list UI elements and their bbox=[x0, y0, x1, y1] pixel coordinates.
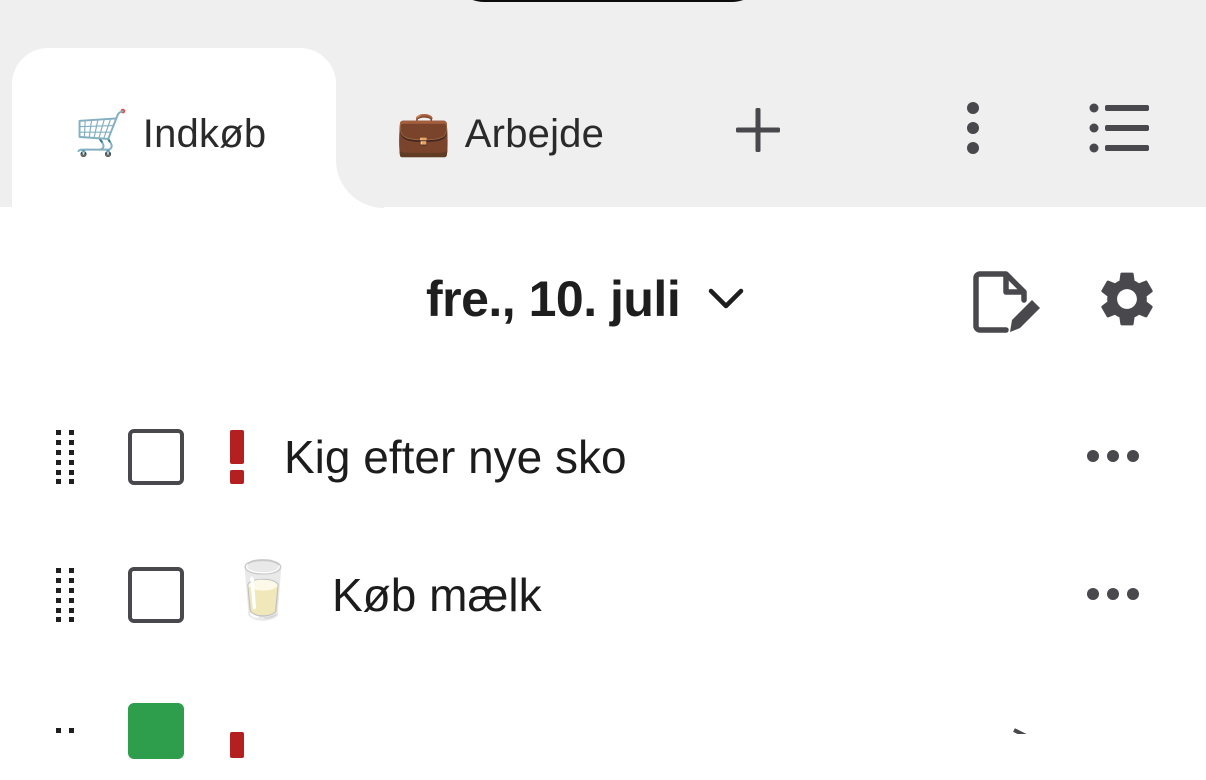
edit-list-button[interactable] bbox=[970, 270, 1046, 340]
list-item: Kig efter nye sko bbox=[0, 406, 1206, 506]
shopping-cart-icon: 🛒 bbox=[74, 109, 129, 158]
add-tab-button[interactable] bbox=[728, 100, 788, 160]
settings-button[interactable] bbox=[1094, 266, 1164, 336]
item-text[interactable]: Kig efter nye sko bbox=[284, 430, 627, 484]
item-checkbox[interactable] bbox=[128, 567, 184, 623]
priority-exclamation-icon bbox=[230, 430, 244, 484]
item-text[interactable]: Køb mælk bbox=[332, 568, 542, 622]
plus-icon bbox=[736, 108, 780, 152]
priority-exclamation-icon bbox=[230, 732, 244, 758]
lists-overview-button[interactable] bbox=[1084, 98, 1156, 158]
briefcase-icon: 💼 bbox=[396, 109, 451, 158]
chevron-down-icon bbox=[706, 279, 746, 319]
tab-label: Arbejde bbox=[464, 111, 605, 156]
more-options-button[interactable] bbox=[948, 98, 998, 158]
tab-shopping[interactable]: 🛒 Indkøb bbox=[74, 104, 266, 164]
list-item bbox=[0, 680, 1206, 780]
active-tab-curve bbox=[336, 160, 384, 208]
list-icon bbox=[1089, 103, 1149, 153]
drag-handle-icon[interactable] bbox=[54, 430, 78, 484]
tab-work[interactable]: 💼 Arbejde bbox=[396, 104, 604, 164]
more-horiz-icon[interactable] bbox=[1086, 444, 1140, 468]
tab-strip: 🛒 Indkøb 💼 Arbejde bbox=[0, 0, 1206, 228]
chevron-right-icon[interactable] bbox=[1010, 704, 1040, 734]
more-vert-icon bbox=[967, 102, 979, 154]
more-horiz-icon[interactable] bbox=[1086, 582, 1140, 606]
item-checkbox-checked[interactable] bbox=[128, 703, 184, 759]
drag-handle-icon[interactable] bbox=[54, 704, 78, 758]
date-label: fre., 10. juli bbox=[426, 271, 681, 327]
tab-label: Indkøb bbox=[142, 111, 267, 156]
edit-note-icon bbox=[973, 271, 1040, 333]
item-checkbox[interactable] bbox=[128, 429, 184, 485]
drag-handle-icon[interactable] bbox=[54, 568, 78, 622]
list-item: 🥛 Køb mælk bbox=[0, 544, 1206, 644]
device-notch bbox=[445, 0, 771, 2]
milk-glass-icon: 🥛 bbox=[228, 558, 298, 621]
gear-icon bbox=[1101, 272, 1153, 326]
date-selector[interactable]: fre., 10. juli bbox=[426, 264, 746, 334]
